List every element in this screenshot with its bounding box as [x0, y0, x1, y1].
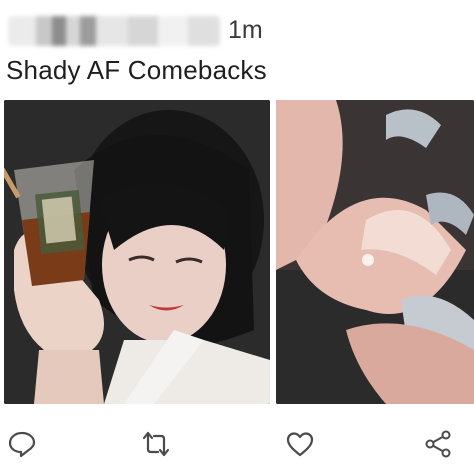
- nails-photo: [276, 100, 474, 404]
- post-text: Shady AF Comebacks: [6, 55, 267, 85]
- post-header: 1m Shady AF Comebacks: [0, 0, 474, 96]
- media-image-left[interactable]: [4, 100, 270, 404]
- action-bar: [0, 412, 474, 474]
- post-timestamp: 1m: [228, 16, 263, 44]
- share-icon: [425, 430, 451, 458]
- retweet-button[interactable]: [136, 424, 176, 464]
- retweet-icon: [142, 431, 170, 457]
- reply-icon: [8, 431, 36, 458]
- like-button[interactable]: [280, 424, 320, 464]
- media-image-right[interactable]: [276, 100, 474, 404]
- heart-icon: [286, 432, 314, 457]
- reply-button[interactable]: [2, 424, 42, 464]
- share-button[interactable]: [418, 424, 458, 464]
- blurred-username: [8, 16, 220, 46]
- woman-photo: [4, 100, 270, 404]
